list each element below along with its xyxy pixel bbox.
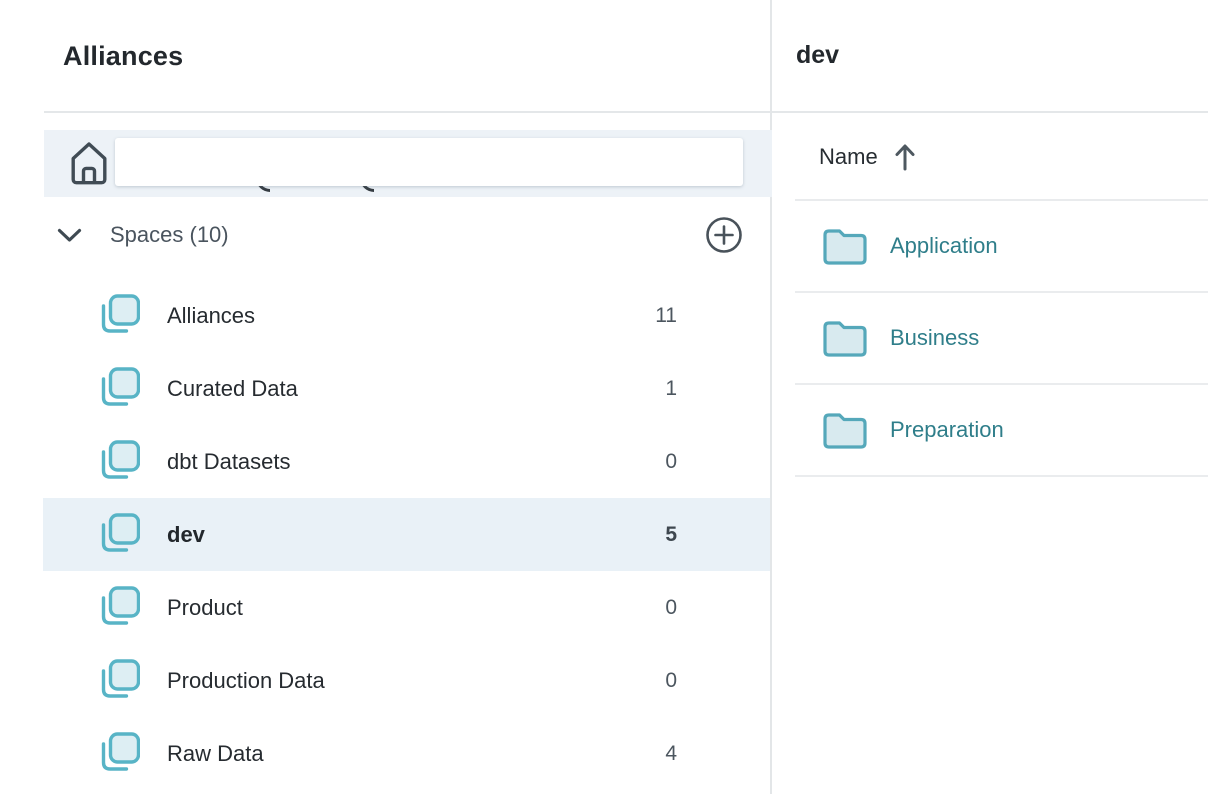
folder-icon [822,226,868,266]
space-count: 5 [665,523,677,547]
space-row-raw-data[interactable]: Raw Data 4 [43,717,770,790]
space-contents-panel: dev Name Application Business [772,0,1208,794]
folder-row-business[interactable]: Business [795,293,1208,385]
home-row[interactable] [44,130,772,197]
space-row-dbt-datasets[interactable]: dbt Datasets 0 [43,425,770,498]
folder-row-preparation[interactable]: Preparation [795,385,1208,477]
folder-icon [822,410,868,450]
space-icon [100,659,140,703]
space-row-dev[interactable]: dev 5 [43,498,770,571]
sidebar-header: Alliances [0,0,770,113]
space-name: Curated Data [167,376,298,402]
space-name: Alliances [167,303,255,329]
folder-row-application[interactable]: Application [795,201,1208,293]
space-row-product[interactable]: Product 0 [43,571,770,644]
contents-title: dev [796,41,839,70]
spaces-section-label: Spaces (10) [110,222,229,248]
folder-icon [822,318,868,358]
space-row-production-data[interactable]: Production Data 0 [43,644,770,717]
folder-name: Preparation [890,417,1004,443]
space-name: Product [167,595,243,621]
contents-header: dev [772,0,1208,113]
name-column-header[interactable]: Name [772,113,1208,201]
spaces-section-header[interactable]: Spaces (10) [44,210,772,260]
space-name: Raw Data [167,741,264,767]
add-space-button[interactable] [705,216,743,254]
folder-name: Application [890,233,998,259]
folder-name: Business [890,325,979,351]
sidebar-title: Alliances [63,41,183,72]
catalog-page: Alliances Spaces (10) [0,0,1208,794]
redacted-label-overlay [115,138,743,186]
space-count: 0 [665,596,677,620]
catalog-sidebar: Alliances Spaces (10) [0,0,772,794]
plus-circle-icon [705,216,743,254]
home-icon [70,141,108,186]
folder-list: Application Business Preparation [795,201,1208,477]
name-column-label: Name [819,144,878,170]
chevron-down-icon[interactable] [57,228,82,243]
space-row-curated-data[interactable]: Curated Data 1 [43,352,770,425]
space-count: 4 [665,742,677,766]
space-icon [100,732,140,776]
name-header-divider [795,199,1208,201]
sidebar-header-divider [44,111,770,113]
space-name: dbt Datasets [167,449,291,475]
sort-ascending-icon [893,142,917,172]
space-name: dev [167,522,205,548]
space-row-alliances[interactable]: Alliances 11 [43,279,770,352]
space-count: 0 [665,450,677,474]
space-icon [100,294,140,338]
space-icon [100,440,140,484]
space-name: Production Data [167,668,325,694]
space-count: 11 [655,304,677,328]
space-icon [100,586,140,630]
space-count: 0 [665,669,677,693]
space-icon [100,367,140,411]
space-count: 1 [665,377,677,401]
space-icon [100,513,140,557]
space-list: Alliances 11 Curated Data 1 dbt Datasets… [0,279,770,790]
